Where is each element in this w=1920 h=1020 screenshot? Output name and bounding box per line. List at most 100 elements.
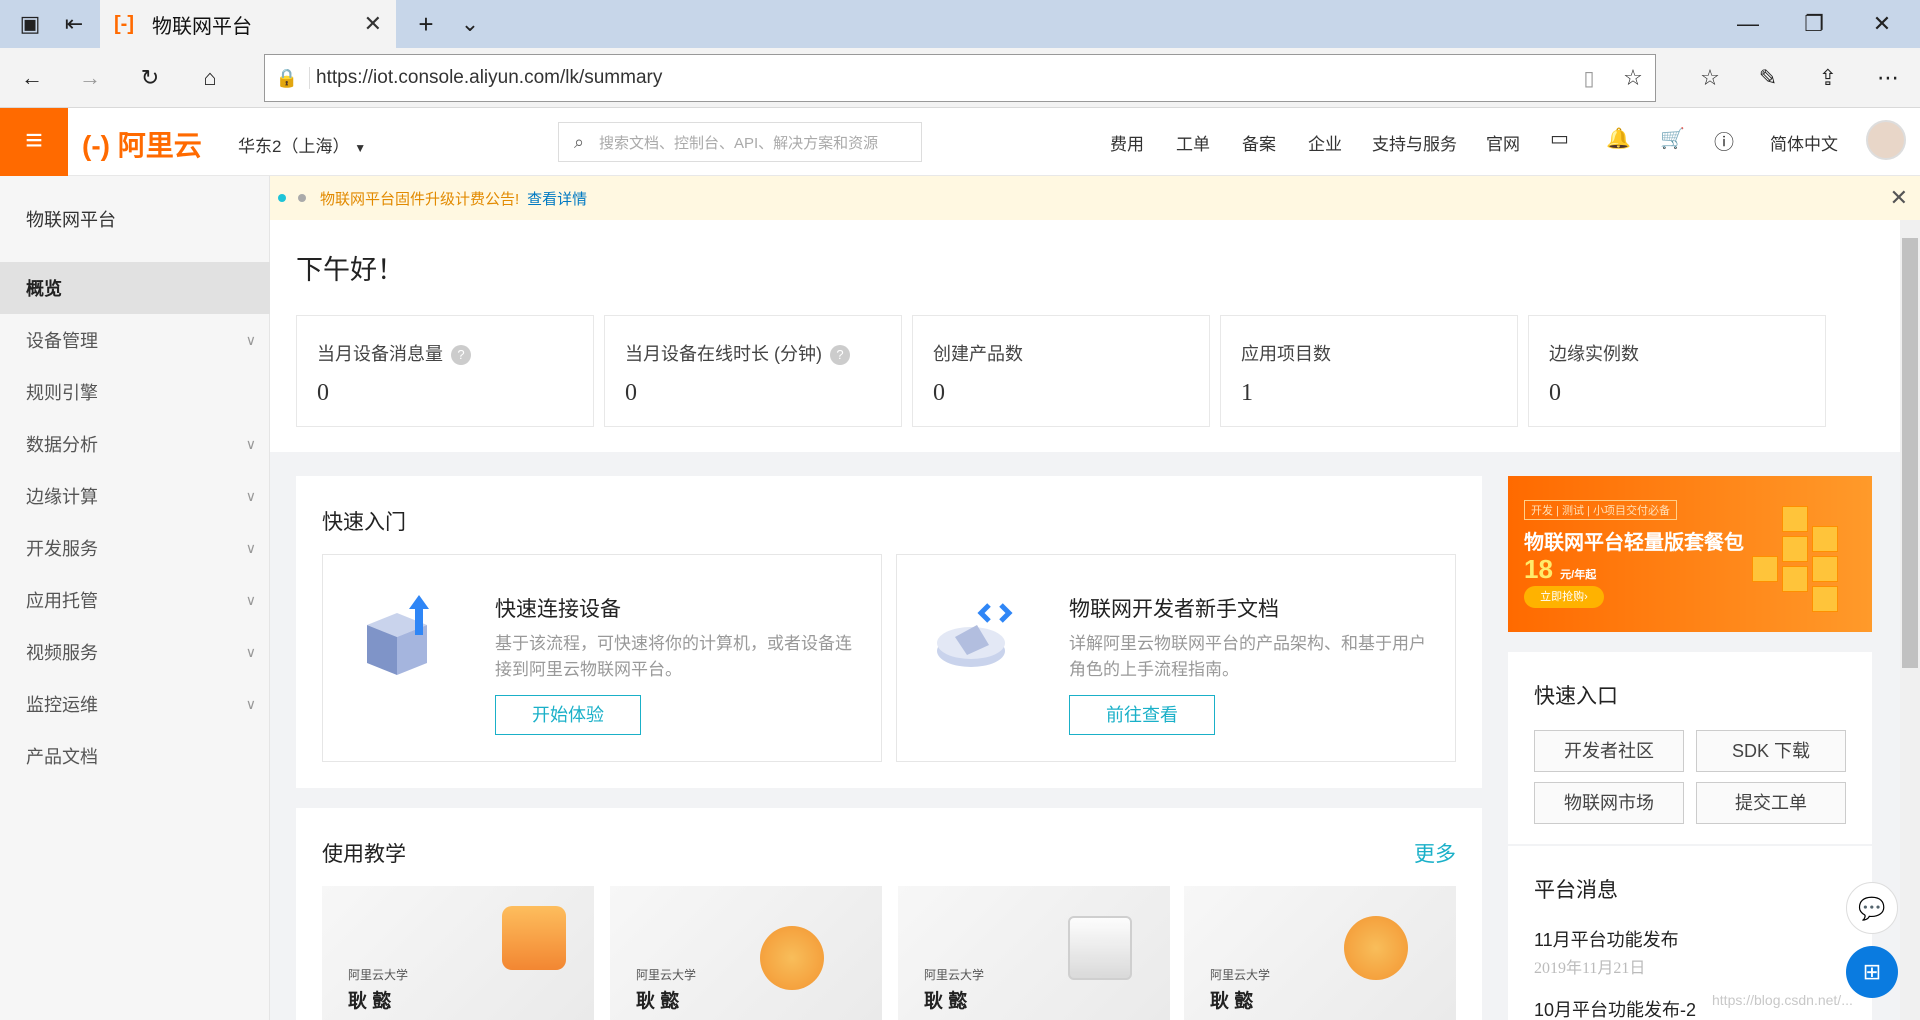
carousel-dot[interactable] xyxy=(298,194,306,202)
pen-icon[interactable]: ✎ xyxy=(1746,54,1790,102)
nav-enterprise[interactable]: 企业 xyxy=(1308,130,1342,155)
sidebar-item-docs[interactable]: 产品文档 xyxy=(0,730,270,782)
card-description: 详解阿里云物联网平台的产品架构、和基于用户角色的上手流程指南。 xyxy=(1069,634,1426,679)
stat-value: 0 xyxy=(1549,380,1561,406)
section-title: 快速入门 xyxy=(322,511,406,534)
lock-icon: 🔒 xyxy=(275,67,299,88)
stat-card: 当月设备在线时长 (分钟)? 0 xyxy=(604,315,902,427)
sidebar-item-app-hosting[interactable]: 应用托管 ∨ xyxy=(0,574,270,626)
chevron-down-icon: ∨ xyxy=(245,539,256,556)
aliyun-logo[interactable]: (-) 阿里云 xyxy=(82,124,202,164)
connect-device-icon xyxy=(367,595,429,675)
sdk-download-button[interactable]: SDK 下载 xyxy=(1696,730,1846,772)
search-input[interactable]: ⌕ 搜索文档、控制台、API、解决方案和资源 xyxy=(558,122,922,162)
more-link[interactable]: 更多 xyxy=(1414,838,1456,868)
promo-banner[interactable]: 开发 | 测试 | 小项目交付必备 物联网平台轻量版套餐包 18 元/年起 立即… xyxy=(1508,476,1872,632)
refresh-icon[interactable]: ↻ xyxy=(128,54,172,102)
close-icon[interactable]: ✕ xyxy=(1890,185,1908,211)
message-date: 2019年11月21日 xyxy=(1534,960,1646,977)
new-tab-icon[interactable]: + xyxy=(408,0,444,48)
chevron-down-icon: ∨ xyxy=(245,643,256,660)
share-icon[interactable]: ⇪ xyxy=(1806,54,1850,102)
sidebar-item-data-analysis[interactable]: 数据分析 ∨ xyxy=(0,418,270,470)
message-title[interactable]: 10月平台功能发布-2 xyxy=(1534,996,1696,1020)
more-icon[interactable]: ⋯ xyxy=(1866,54,1910,102)
developer-community-button[interactable]: 开发者社区 xyxy=(1534,730,1684,772)
restore-icon[interactable]: ❐ xyxy=(1790,0,1838,48)
sidebar-item-device-management[interactable]: 设备管理 ∨ xyxy=(0,314,270,366)
hamburger-menu-icon[interactable]: ≡ xyxy=(0,108,68,176)
address-url[interactable]: https://iot.console.aliyun.com/lk/summar… xyxy=(309,67,1567,89)
sidebar-item-edge-computing[interactable]: 边缘计算 ∨ xyxy=(0,470,270,522)
carousel-dot-active[interactable] xyxy=(278,194,286,202)
region-selector[interactable]: 华东2（上海） ▼ xyxy=(238,132,366,157)
tab-close-icon[interactable]: ✕ xyxy=(364,11,382,37)
sidebar-item-monitoring[interactable]: 监控运维 ∨ xyxy=(0,678,270,730)
chevron-down-icon: ∨ xyxy=(245,487,256,504)
set-aside-tabs-icon[interactable]: ⇤ xyxy=(54,0,94,48)
window-close-icon[interactable]: ✕ xyxy=(1858,0,1906,48)
address-bar[interactable]: 🔒 https://iot.console.aliyun.com/lk/summ… xyxy=(264,54,1656,102)
nav-icp[interactable]: 备案 xyxy=(1242,130,1276,155)
watermark: https://blog.csdn.net/... xyxy=(1712,992,1853,1008)
section-title: 平台消息 xyxy=(1534,879,1618,902)
console-header: ≡ (-) 阿里云 华东2（上海） ▼ ⌕ 搜索文档、控制台、API、解决方案和… xyxy=(0,108,1920,176)
tab-list-chevron-icon[interactable]: ⌄ xyxy=(452,0,488,48)
banner-price: 18 元/年起 xyxy=(1524,554,1597,584)
sidebar-title: 物联网平台 xyxy=(26,210,116,230)
section-title: 快速入口 xyxy=(1534,685,1618,708)
browser-tab[interactable]: [-] 物联网平台 ✕ xyxy=(100,0,396,48)
nav-official-site[interactable]: 官网 xyxy=(1486,130,1520,155)
start-button[interactable]: 开始体验 xyxy=(495,695,641,735)
message-title[interactable]: 11月平台功能发布 xyxy=(1534,926,1679,952)
stat-value: 0 xyxy=(317,380,329,406)
stat-card: 边缘实例数 0 xyxy=(1528,315,1826,427)
tutorial-card[interactable]: 阿里云大学 耿 懿 xyxy=(322,886,594,1020)
scrollbar-thumb[interactable] xyxy=(1902,238,1918,668)
sidebar-item-dev-services[interactable]: 开发服务 ∨ xyxy=(0,522,270,574)
sidebar-item-video-services[interactable]: 视频服务 ∨ xyxy=(0,626,270,678)
nav-tickets[interactable]: 工单 xyxy=(1176,130,1210,155)
chevron-down-icon: ∨ xyxy=(245,591,256,608)
avatar[interactable] xyxy=(1866,120,1906,160)
back-icon[interactable]: ← xyxy=(10,54,54,102)
tab-manager-icon[interactable]: ▣ xyxy=(10,0,50,48)
help-icon[interactable]: ? xyxy=(830,345,850,366)
banner-tag: 开发 | 测试 | 小项目交付必备 xyxy=(1524,500,1677,520)
tutorial-card[interactable]: 阿里云大学 耿 懿 xyxy=(1184,886,1456,1020)
notice-text: 物联网平台固件升级计费公告! xyxy=(320,190,520,208)
tutorial-card[interactable]: 阿里云大学 耿 懿 xyxy=(610,886,882,1020)
minimize-icon[interactable]: — xyxy=(1724,0,1772,48)
server-blocks-image xyxy=(1742,496,1852,616)
stat-card: 创建产品数 0 xyxy=(912,315,1210,427)
bell-icon[interactable]: 🔔 xyxy=(1606,126,1631,151)
view-docs-button[interactable]: 前往查看 xyxy=(1069,695,1215,735)
tutorials-panel: 使用教学 更多 阿里云大学 耿 懿 阿里云大学 耿 懿 阿里云大学 耿 懿 阿里… xyxy=(296,808,1482,1020)
sidebar-item-rule-engine[interactable]: 规则引擎 xyxy=(0,366,270,418)
nav-support[interactable]: 支持与服务 xyxy=(1372,130,1457,155)
quickstart-card: 物联网开发者新手文档 详解阿里云物联网平台的产品架构、和基于用户角色的上手流程指… xyxy=(896,554,1456,762)
quickstart-card: 快速连接设备 基于该流程，可快速将你的计算机，或者设备连接到阿里云物联网平台。 … xyxy=(322,554,882,762)
sidebar-item-overview[interactable]: 概览 xyxy=(0,262,270,314)
favorite-star-icon[interactable]: ☆ xyxy=(1611,65,1655,91)
favorites-list-icon[interactable]: ☆ xyxy=(1688,54,1732,102)
chat-icon[interactable]: 💬 xyxy=(1846,882,1898,934)
buy-now-button[interactable]: 立即抢购› xyxy=(1524,586,1604,608)
language-selector[interactable]: 简体中文 xyxy=(1770,130,1838,155)
forward-icon[interactable]: → xyxy=(68,54,112,102)
submit-ticket-button[interactable]: 提交工单 xyxy=(1696,782,1846,824)
quick-entry-panel: 快速入口 开发者社区 SDK 下载 物联网市场 提交工单 xyxy=(1508,652,1872,844)
home-icon[interactable]: ⌂ xyxy=(188,54,232,102)
tutorial-card[interactable]: 阿里云大学 耿 懿 xyxy=(898,886,1170,1020)
cart-icon[interactable]: 🛒 xyxy=(1660,126,1685,151)
help-icon[interactable]: ? xyxy=(451,345,471,366)
help-icon[interactable]: ⓘ xyxy=(1714,126,1734,155)
reading-view-icon[interactable]: ▯ xyxy=(1567,66,1611,91)
notice-link[interactable]: 查看详情 xyxy=(527,188,587,209)
nav-fees[interactable]: 费用 xyxy=(1110,130,1144,155)
apps-grid-icon[interactable]: ⊞ xyxy=(1846,946,1898,998)
stat-value: 0 xyxy=(933,380,945,406)
terminal-icon[interactable]: ▭ xyxy=(1550,126,1569,151)
iot-market-button[interactable]: 物联网市场 xyxy=(1534,782,1684,824)
chevron-down-icon: ∨ xyxy=(245,695,256,712)
